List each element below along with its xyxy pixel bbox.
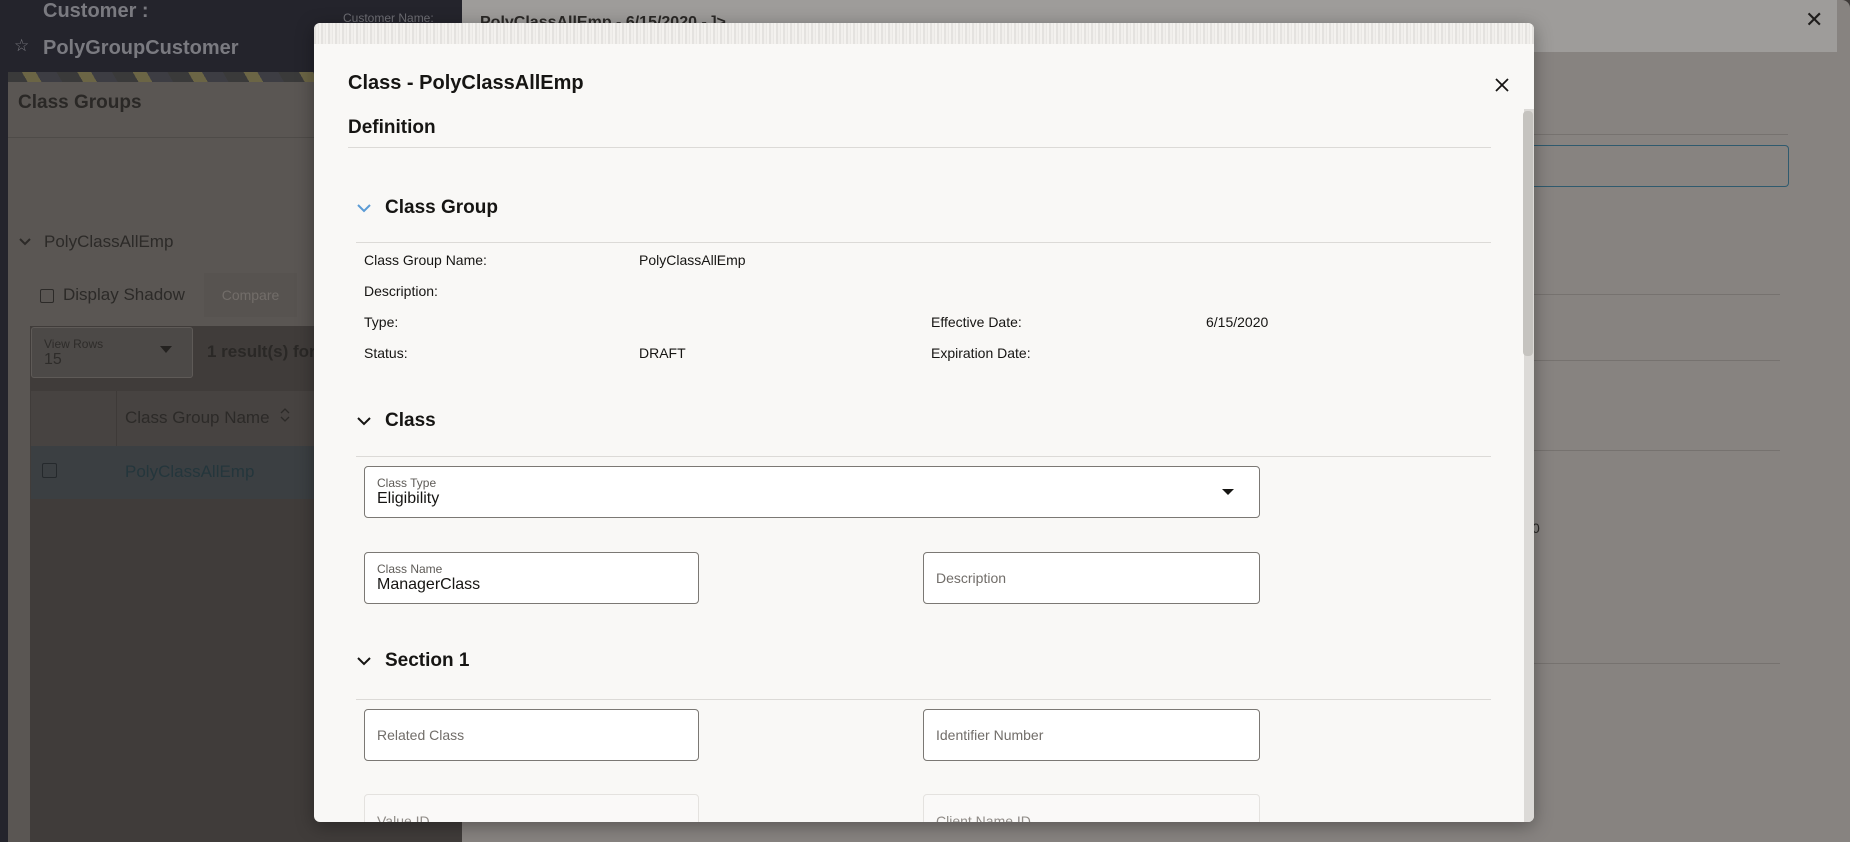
drawer-divider: [1530, 294, 1780, 295]
definition-divider: [348, 147, 1491, 148]
effective-date-value: 6/15/2020: [1206, 314, 1269, 330]
scrollbar-thumb[interactable]: [1523, 111, 1533, 356]
drawer-input[interactable]: [1520, 145, 1789, 187]
class-name-label: Class Name: [377, 562, 443, 576]
section-class-toggle[interactable]: Class: [356, 410, 436, 432]
section-title: Class: [385, 410, 436, 431]
section-divider: [356, 242, 1491, 243]
customer-name: PolyGroupCustomer: [43, 37, 239, 59]
section-divider: [356, 699, 1491, 700]
class-name-input[interactable]: Class Name ManagerClass: [364, 552, 699, 604]
description-placeholder: Description: [936, 570, 1007, 586]
display-shadow-checkbox[interactable]: [40, 289, 54, 303]
identifier-number-input[interactable]: Identifier Number: [923, 709, 1260, 761]
compare-button[interactable]: Compare: [204, 273, 297, 317]
section-title: Section 1: [385, 650, 470, 671]
section-1-toggle[interactable]: Section 1: [356, 650, 469, 672]
results-count: 1 result(s) for: [207, 342, 316, 361]
status-value: DRAFT: [639, 345, 686, 361]
drawer-divider: [1530, 134, 1788, 135]
display-shadow-label: Display Shadow: [63, 285, 185, 304]
effective-date-label: Effective Date:: [931, 314, 1022, 330]
sort-icon[interactable]: [279, 407, 291, 424]
modal-title: Class - PolyClassAllEmp: [348, 72, 584, 94]
column-header-class-group-name[interactable]: Class Group Name: [125, 408, 270, 428]
client-name-id-placeholder: Client Name ID: [936, 813, 1031, 822]
chevron-down-icon: [356, 653, 372, 669]
left-strip: [0, 82, 8, 842]
class-name-value: ManagerClass: [377, 576, 481, 593]
drawer-close-icon[interactable]: ✕: [1805, 7, 1823, 33]
close-icon[interactable]: [1490, 74, 1514, 98]
class-type-value: Eligibility: [377, 490, 440, 507]
drawer-divider: [1530, 360, 1780, 361]
tree-item-polyclassallemp[interactable]: PolyClassAllEmp: [18, 232, 173, 252]
class-type-select[interactable]: Class Type Eligibility: [364, 466, 1260, 518]
section-class-group-toggle[interactable]: Class Group: [356, 197, 498, 219]
expiration-date-label: Expiration Date:: [931, 345, 1031, 361]
class-modal: Class - PolyClassAllEmp Definition Class…: [314, 23, 1534, 822]
modal-texture-band: [314, 23, 1534, 44]
section-divider: [356, 456, 1491, 457]
chevron-down-icon: [356, 413, 372, 429]
status-label: Status:: [364, 345, 408, 361]
drawer-divider: [1530, 663, 1780, 664]
value-id-input[interactable]: Value ID: [364, 794, 699, 822]
identifier-number-placeholder: Identifier Number: [936, 727, 1044, 743]
class-type-label: Class Type: [377, 476, 437, 490]
definition-heading: Definition: [348, 117, 436, 138]
caret-down-icon: [160, 346, 172, 353]
drawer-divider: [1530, 450, 1780, 451]
value-id-placeholder: Value ID: [377, 813, 430, 822]
caret-down-icon: [1222, 489, 1234, 495]
chevron-down-icon: [18, 232, 32, 252]
panel-title: Class Groups: [18, 92, 142, 113]
tree-item-label: PolyClassAllEmp: [44, 232, 174, 251]
view-rows-value: 15: [44, 351, 62, 368]
customer-label: Customer :: [43, 0, 149, 22]
row-checkbox[interactable]: [42, 463, 57, 478]
related-class-placeholder: Related Class: [377, 727, 465, 743]
type-label: Type:: [364, 314, 399, 330]
row-link-class-group[interactable]: PolyClassAllEmp: [125, 462, 254, 482]
related-class-input[interactable]: Related Class: [364, 709, 699, 761]
class-group-name-value: PolyClassAllEmp: [639, 252, 746, 268]
description-label: Description:: [364, 283, 438, 299]
view-rows-select[interactable]: View Rows 15: [31, 327, 193, 378]
section-title: Class Group: [385, 197, 498, 218]
star-icon[interactable]: ☆: [14, 36, 29, 56]
view-rows-label: View Rows: [44, 337, 104, 351]
client-name-id-input[interactable]: Client Name ID: [923, 794, 1260, 822]
description-input[interactable]: Description: [923, 552, 1260, 604]
chevron-down-icon: [356, 200, 372, 216]
class-group-name-label: Class Group Name:: [364, 252, 487, 268]
